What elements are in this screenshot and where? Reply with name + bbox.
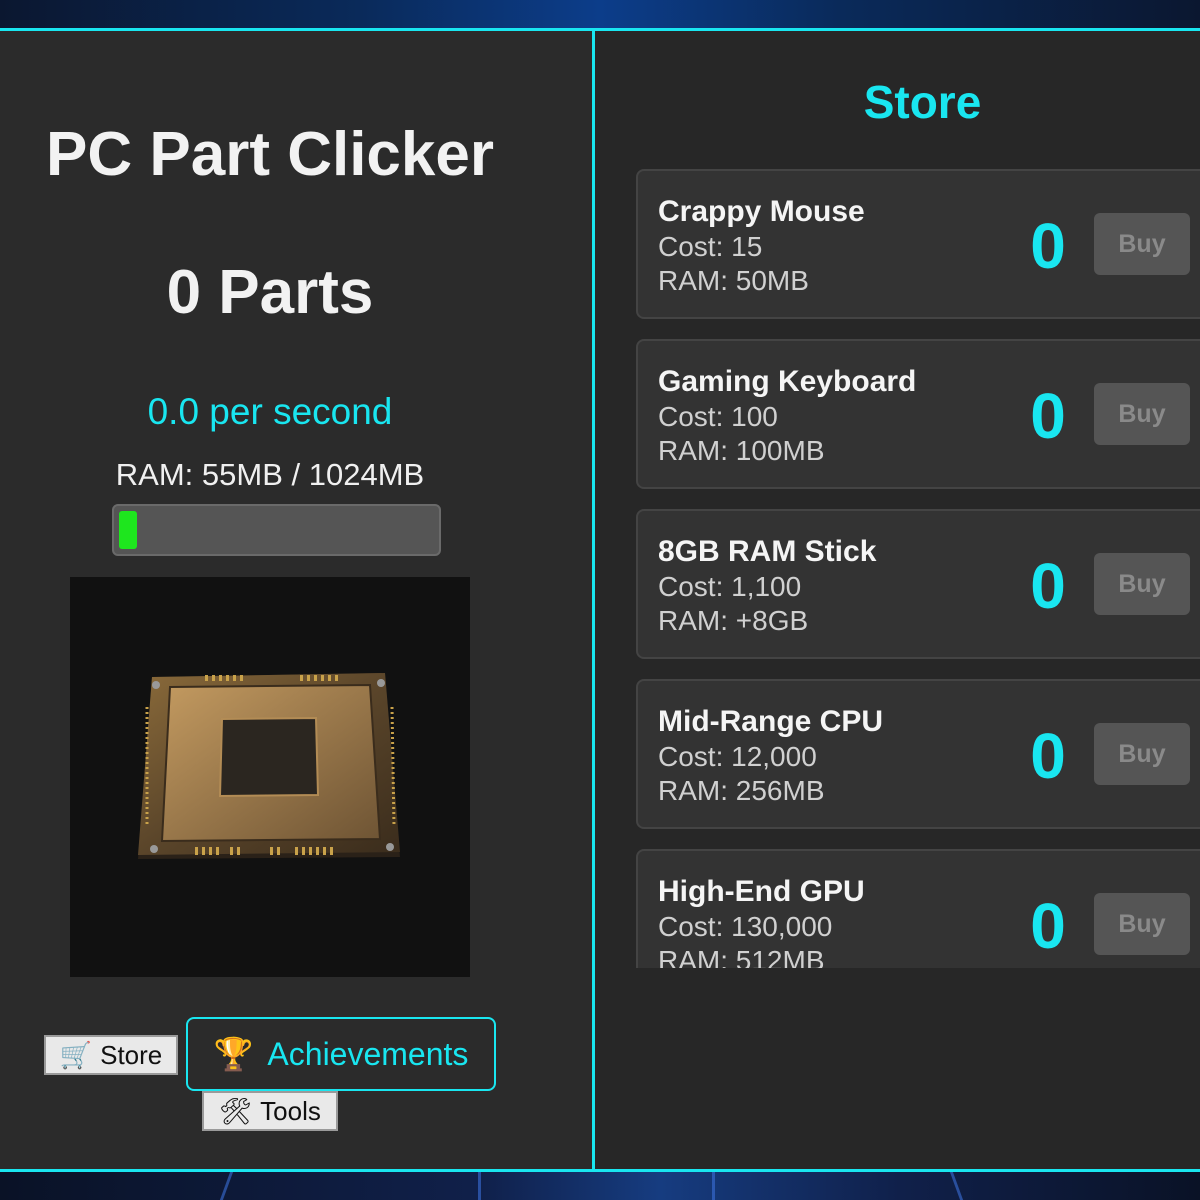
trophy-icon: 🏆 — [213, 1036, 254, 1072]
cpu-clicker-button[interactable] — [70, 577, 470, 977]
game-title: PC Part Clicker — [46, 120, 494, 189]
store-item: 8GB RAM Stick Cost: 1,100 RAM: +8GB 0 Bu… — [636, 509, 1200, 659]
store-title: Store — [863, 76, 982, 128]
item-ram: RAM: 100MB — [658, 435, 825, 466]
item-owned-count: 0 — [1030, 890, 1066, 962]
background-ray — [712, 1172, 715, 1200]
ram-progress-bar — [112, 504, 441, 556]
item-name: Crappy Mouse — [658, 195, 865, 228]
buy-button[interactable]: Buy — [1094, 213, 1190, 275]
store-item: Mid-Range CPU Cost: 12,000 RAM: 256MB 0 … — [636, 679, 1200, 829]
item-ram: RAM: 512MB — [658, 945, 825, 968]
item-cost: Cost: 12,000 — [658, 741, 817, 772]
tools-nav-label: Tools — [260, 1095, 321, 1126]
item-owned-count: 0 — [1030, 380, 1066, 452]
store-nav-button[interactable]: 🛒 Store — [44, 1035, 178, 1075]
item-ram: RAM: 256MB — [658, 775, 825, 806]
buy-button[interactable]: Buy — [1094, 893, 1190, 955]
background-ray — [219, 1172, 234, 1200]
game-window: PC Part Clicker 0 Parts 0.0 per second R… — [0, 28, 1200, 1172]
ram-progress-fill — [119, 511, 137, 549]
shopping-cart-icon: 🛒 — [59, 1039, 93, 1070]
store-item: Gaming Keyboard Cost: 100 RAM: 100MB 0 B… — [636, 339, 1200, 489]
item-cost: Cost: 130,000 — [658, 911, 833, 942]
item-name: 8GB RAM Stick — [658, 535, 877, 568]
buy-button[interactable]: Buy — [1094, 383, 1190, 445]
background-bottom-band — [0, 1172, 1200, 1200]
buy-button[interactable]: Buy — [1094, 553, 1190, 615]
cpu-chip-icon — [138, 673, 400, 859]
item-owned-count: 0 — [1030, 720, 1066, 792]
tools-nav-button[interactable]: 🛠 Tools — [202, 1091, 338, 1131]
item-name: High-End GPU — [658, 875, 865, 908]
per-second-rate: 0.0 per second — [147, 391, 393, 432]
store-nav-label: Store — [100, 1039, 163, 1070]
item-ram: RAM: 50MB — [658, 265, 809, 296]
background-top-band — [0, 0, 1200, 28]
achievements-nav-button[interactable]: 🏆 Achievements — [186, 1017, 496, 1091]
item-ram: RAM: +8GB — [658, 605, 809, 636]
store-item-list[interactable]: Crappy Mouse Cost: 15 RAM: 50MB 0 Buy Ga… — [636, 169, 1200, 968]
item-name: Mid-Range CPU — [658, 705, 883, 738]
item-cost: Cost: 15 — [658, 231, 763, 262]
parts-counter: 0 Parts — [166, 258, 374, 327]
tools-icon: 🛠 — [219, 1095, 253, 1126]
achievements-nav-label: Achievements — [267, 1035, 469, 1072]
item-cost: Cost: 1,100 — [658, 571, 802, 602]
store-panel: Store Crappy Mouse Cost: 15 RAM: 50MB 0 … — [595, 31, 1200, 1169]
buy-button[interactable]: Buy — [1094, 723, 1190, 785]
background-ray — [478, 1172, 481, 1200]
background-ray — [949, 1172, 964, 1200]
item-owned-count: 0 — [1030, 550, 1066, 622]
left-panel: PC Part Clicker 0 Parts 0.0 per second R… — [0, 31, 593, 1169]
store-item: Crappy Mouse Cost: 15 RAM: 50MB 0 Buy — [636, 169, 1200, 319]
item-owned-count: 0 — [1030, 210, 1066, 282]
item-name: Gaming Keyboard — [658, 365, 917, 398]
item-cost: Cost: 100 — [658, 401, 778, 432]
store-item: High-End GPU Cost: 130,000 RAM: 512MB 0 … — [636, 849, 1200, 968]
ram-usage-label: RAM: 55MB / 1024MB — [115, 457, 425, 492]
